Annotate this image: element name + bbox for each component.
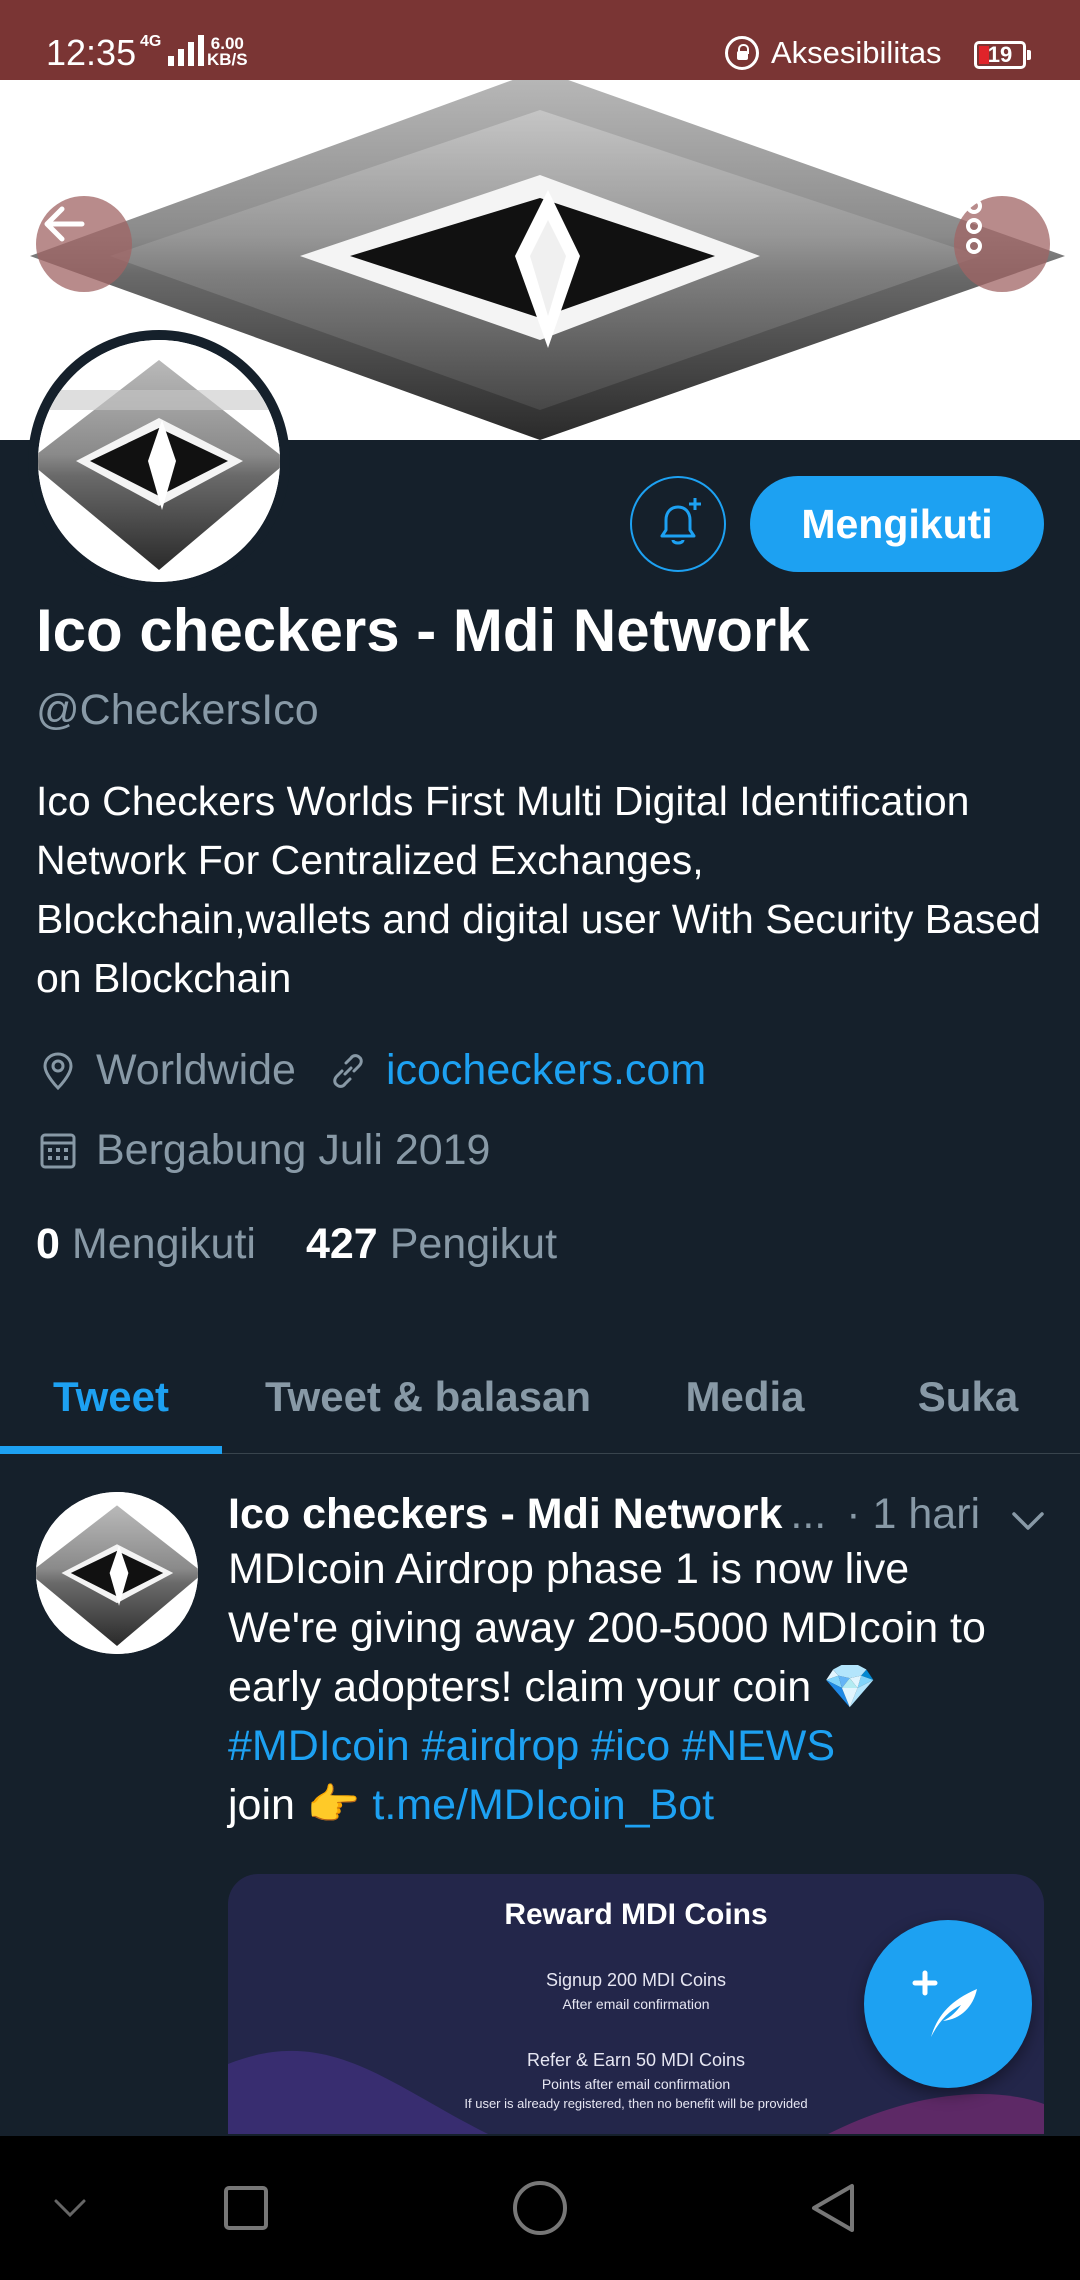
profile-joined-date: Bergabung Juli 2019: [96, 1126, 491, 1174]
speed-unit: KB/S: [207, 50, 248, 69]
battery-level: 19: [987, 42, 1013, 67]
more-options-button[interactable]: [954, 196, 1050, 292]
tweet-join-prefix: join 👉: [228, 1781, 373, 1829]
following-label: Mengikuti: [71, 1220, 256, 1268]
compose-feather-icon: [912, 1970, 977, 2037]
nav-back-button[interactable]: [764, 2136, 904, 2280]
profile-display-name: Ico checkers - Mdi Network: [36, 597, 810, 664]
status-time: 12:35: [46, 32, 137, 73]
following-count: 0: [36, 1220, 60, 1268]
system-navigation-bar: [0, 2136, 1080, 2280]
status-bar: 12:35 4G 6.00 KB/S Aksesibilitas 19: [0, 0, 1080, 80]
location-pin-icon: [36, 1049, 80, 1093]
tweet-bot-link[interactable]: t.me/MDIcoin_Bot: [372, 1781, 714, 1829]
tweet-line: MDIcoin Airdrop phase 1 is now live: [228, 1545, 910, 1593]
profile-handle: @CheckersIco: [36, 686, 319, 734]
tweet-author-avatar[interactable]: [36, 1492, 198, 1654]
tweet-avatar-logo-image: [36, 1492, 198, 1654]
more-vertical-icon: [966, 198, 982, 254]
accessibility-lock-icon: [725, 36, 759, 70]
tweet-header: Ico checkers - Mdi Network ... · 1 hari: [228, 1484, 1048, 1544]
tweet-timestamp: · 1 hari: [846, 1489, 981, 1538]
profile-counts: 0 Mengikuti 427 Pengikut: [36, 1220, 557, 1269]
back-button[interactable]: [36, 196, 132, 292]
nav-home-button[interactable]: [470, 2136, 610, 2280]
active-tab-indicator: [0, 1446, 222, 1454]
nav-collapse-button[interactable]: [0, 2136, 140, 2280]
back-arrow-icon: [44, 206, 85, 242]
profile-meta-joined-row: Bergabung Juli 2019: [36, 1126, 490, 1175]
bell-plus-icon: [660, 498, 701, 545]
battery-icon: 19: [974, 41, 1031, 69]
profile-tabs: Tweet Tweet & balasan Media Suka: [0, 1340, 1080, 1454]
tweet-line: early adopters! claim your coin 💎: [228, 1663, 877, 1711]
followers-count: 427: [305, 1220, 378, 1268]
avatar-logo-image: [38, 340, 280, 582]
notifications-bell-button[interactable]: [630, 476, 726, 572]
followers-label: Pengikut: [389, 1220, 558, 1268]
nav-back-icon: [812, 2184, 854, 2232]
accessibility-label: Aksesibilitas: [771, 35, 942, 70]
tweet-line: We're giving away 200-5000 MDIcoin to: [228, 1604, 986, 1652]
nav-recents-icon: [224, 2186, 268, 2230]
tab-tweet-and-replies[interactable]: Tweet & balasan: [222, 1340, 634, 1454]
tweet-image-text: If user is already registered, then no b…: [464, 2096, 808, 2111]
tweet-join-line: join 👉 t.me/MDIcoin_Bot: [228, 1776, 1048, 1835]
chevron-down-icon: [1012, 1512, 1044, 1530]
compose-tweet-button[interactable]: [864, 1920, 1032, 2088]
followers-count-link[interactable]: 427 Pengikut: [306, 1220, 557, 1269]
tab-tweet[interactable]: Tweet: [0, 1340, 222, 1454]
following-button[interactable]: Mengikuti: [750, 476, 1044, 572]
following-count-link[interactable]: 0 Mengikuti: [36, 1220, 256, 1269]
tab-likes[interactable]: Suka: [856, 1340, 1080, 1454]
tweet-body: MDIcoin Airdrop phase 1 is now live We'r…: [228, 1540, 1048, 1835]
profile-meta-location-row: Worldwide icocheckers.com: [36, 1046, 706, 1095]
profile-website-link[interactable]: icocheckers.com: [386, 1046, 706, 1095]
network-speed: 6.00 KB/S: [207, 35, 248, 69]
nav-home-icon: [513, 2181, 567, 2235]
nav-recents-button[interactable]: [176, 2136, 316, 2280]
tweet-author-ellipsis: ...: [790, 1489, 827, 1538]
signal-icon: [168, 34, 204, 66]
link-icon: [326, 1049, 370, 1093]
network-type: 4G: [140, 33, 162, 50]
nav-collapse-icon: [54, 2199, 86, 2218]
tweet-hashtags[interactable]: #MDIcoin #airdrop #ico #NEWS: [228, 1717, 1048, 1776]
tab-media[interactable]: Media: [634, 1340, 856, 1454]
profile-location: Worldwide: [96, 1046, 296, 1094]
calendar-icon: [36, 1129, 80, 1173]
tweet-author-name[interactable]: Ico checkers - Mdi Network: [228, 1490, 782, 1539]
profile-avatar[interactable]: [28, 330, 290, 592]
profile-bio: Ico Checkers Worlds First Multi Digital …: [36, 778, 1041, 1001]
